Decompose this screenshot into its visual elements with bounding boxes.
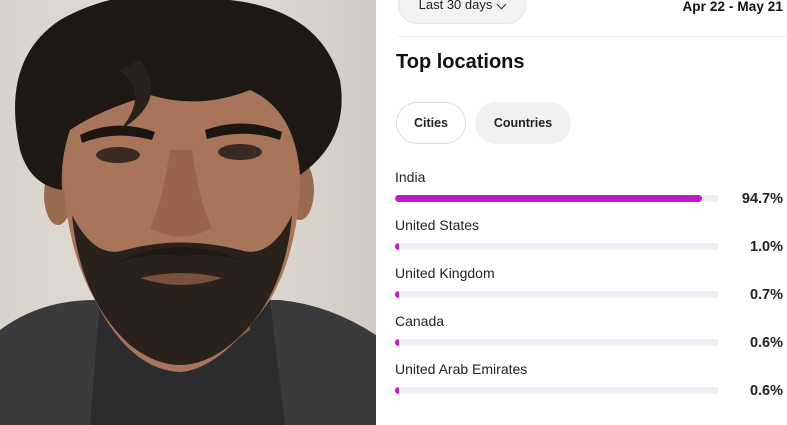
range-label: Last 30 days: [418, 0, 493, 12]
location-bar-track: [395, 243, 719, 250]
location-percent: 0.6%: [749, 335, 783, 351]
location-row: Canada 0.6%: [395, 313, 787, 361]
location-bar-track: [395, 195, 719, 202]
section-title: Top locations: [396, 51, 525, 73]
date-range-dropdown[interactable]: Last 30 days: [398, 0, 526, 24]
chevron-down-icon: [496, 0, 507, 10]
location-row: United Arab Emirates 0.6%: [395, 361, 787, 409]
location-bar-fill: [395, 243, 399, 250]
location-row: United States 1.0%: [395, 217, 787, 265]
location-percent: 94.7%: [741, 191, 783, 207]
divider: [398, 36, 787, 37]
location-bar-track: [395, 387, 719, 394]
location-row: United Kingdom 0.7%: [395, 265, 787, 313]
tab-cities[interactable]: Cities: [396, 102, 466, 144]
location-name: United Kingdom: [395, 265, 495, 281]
date-range-text: Apr 22 - May 21: [682, 0, 783, 14]
location-bar-fill: [395, 339, 399, 346]
location-percent: 0.6%: [749, 383, 783, 399]
tab-countries[interactable]: Countries: [475, 102, 571, 144]
location-bar-fill: [395, 291, 399, 298]
location-bar-track: [395, 291, 719, 298]
person-illustration: [0, 0, 376, 425]
location-row: India 94.7%: [395, 169, 787, 217]
location-percent: 0.7%: [749, 287, 783, 303]
analytics-panel: Last 30 days Apr 22 - May 21 Top locatio…: [376, 0, 787, 425]
location-bar-fill: [395, 195, 702, 202]
location-name: Canada: [395, 313, 445, 329]
location-name: United Arab Emirates: [395, 361, 528, 377]
location-bar-fill: [395, 387, 399, 394]
location-bar-track: [395, 339, 719, 346]
location-percent: 1.0%: [749, 239, 783, 255]
profile-photo: [0, 0, 376, 425]
location-name: India: [395, 169, 426, 185]
location-name: United States: [395, 217, 480, 233]
